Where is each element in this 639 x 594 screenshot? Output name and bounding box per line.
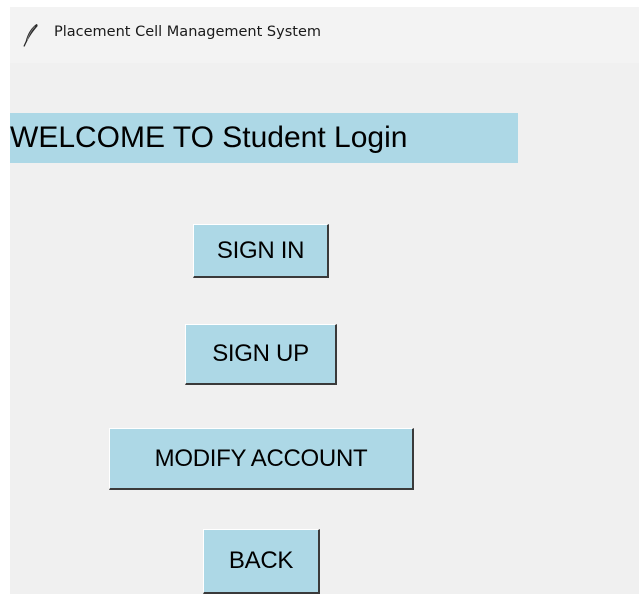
title-bar: Placement Cell Management System <box>10 7 639 63</box>
feather-icon <box>23 23 39 47</box>
back-button[interactable]: BACK <box>203 529 320 594</box>
sign-in-button[interactable]: SIGN IN <box>193 224 329 278</box>
window-title: Placement Cell Management System <box>54 24 321 40</box>
welcome-heading: WELCOME TO Student Login <box>10 113 518 163</box>
sign-up-button[interactable]: SIGN UP <box>185 324 337 385</box>
modify-account-button[interactable]: MODIFY ACCOUNT <box>109 428 414 490</box>
app-window: Placement Cell Management System WELCOME… <box>10 7 639 594</box>
